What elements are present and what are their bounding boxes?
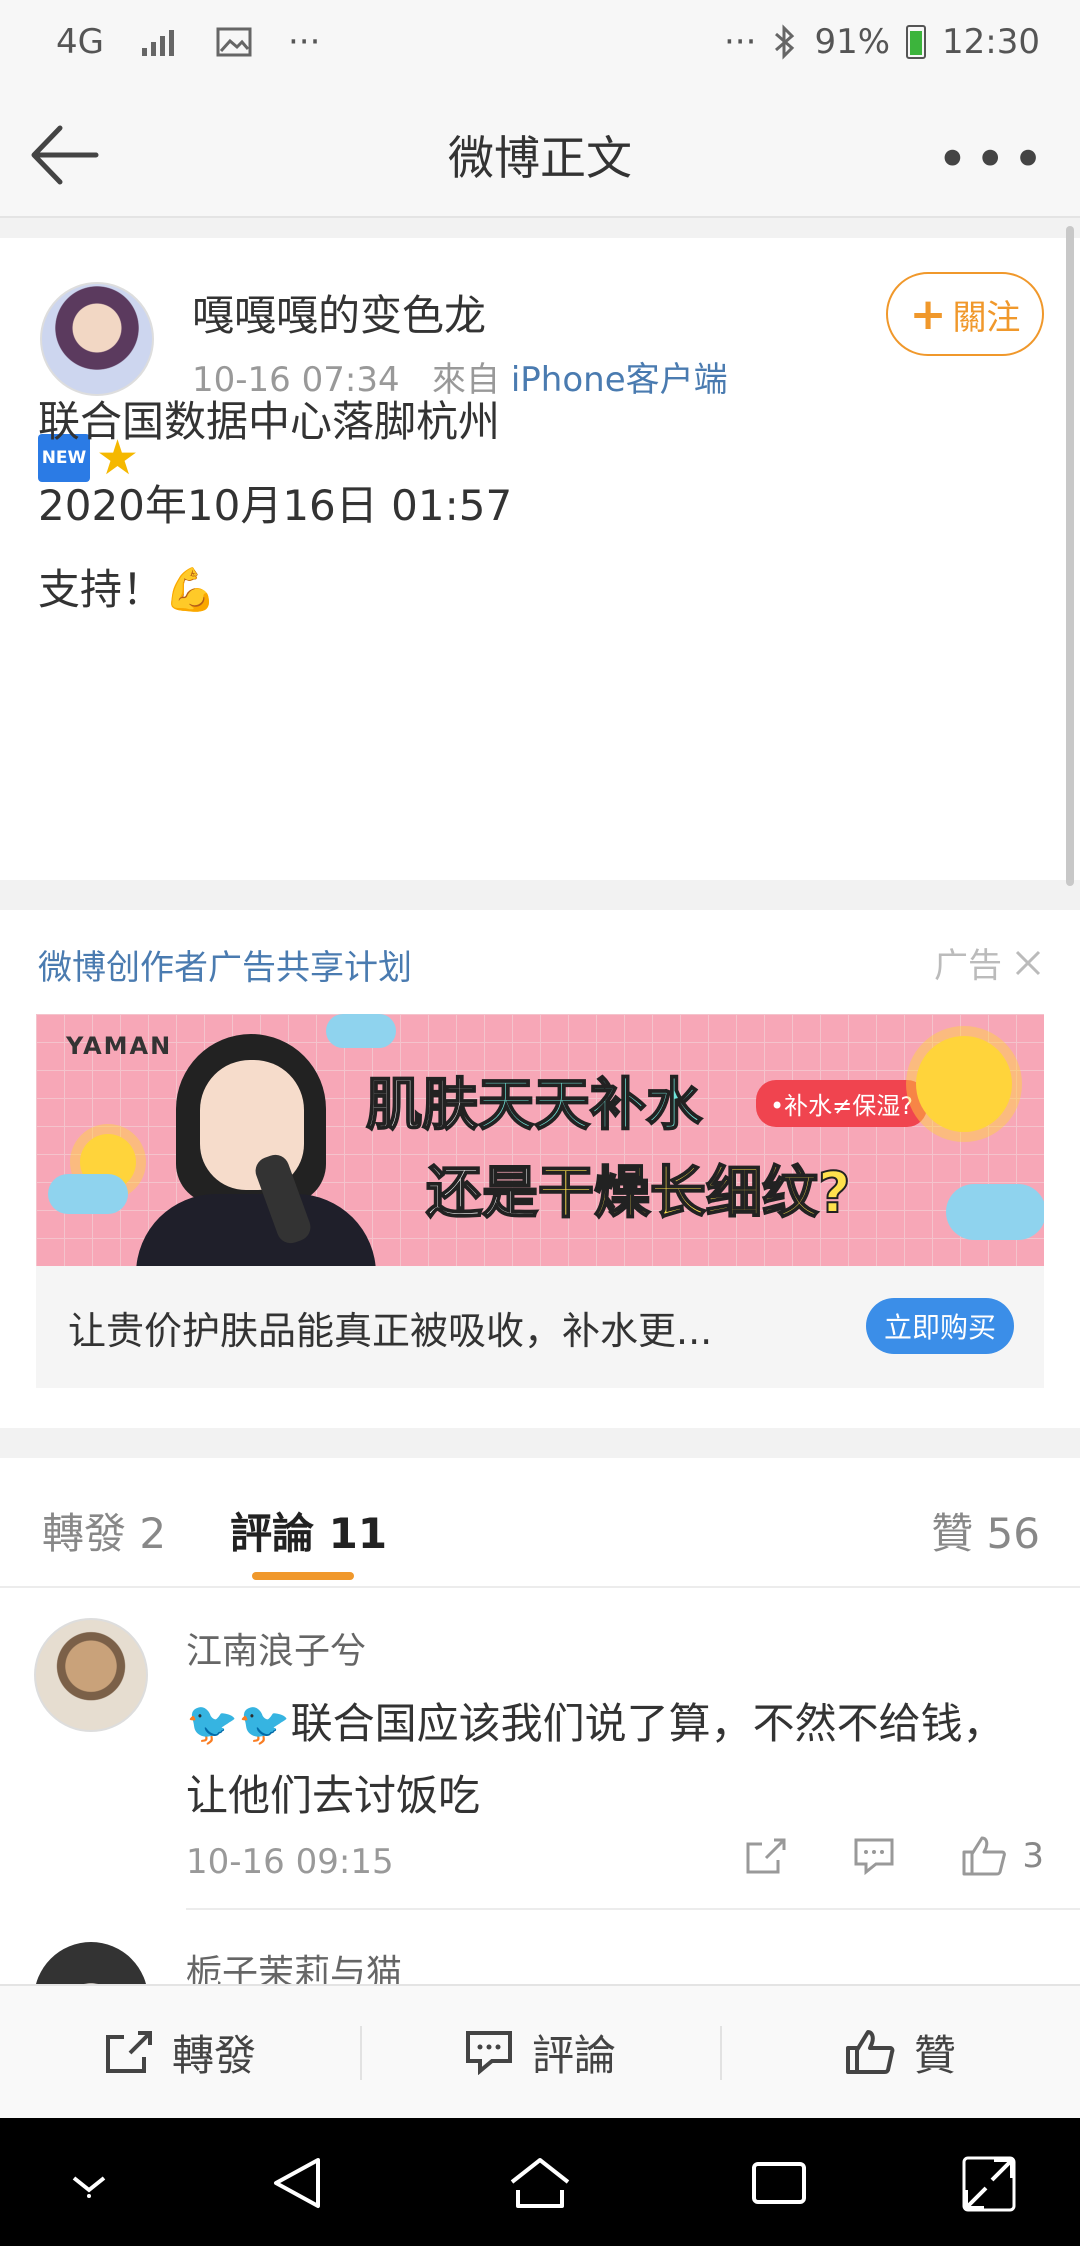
tab-comments[interactable]: 評論 11 — [230, 1500, 387, 1561]
ad-label: 广告 — [934, 946, 1002, 986]
nav-bar: 微博正文 ••• — [0, 92, 1080, 218]
bottom-action-bar: 轉發 評論 贊 — [0, 1984, 1080, 2118]
like-label: 贊 — [913, 2030, 956, 2080]
follow-label: 關注 — [952, 297, 1021, 338]
cloud-decoration — [946, 1184, 1044, 1240]
post-text-line2: 2020年10月16日 01:57 — [38, 481, 513, 530]
image-icon — [216, 27, 252, 57]
active-tab-indicator — [252, 1572, 354, 1580]
sun-decoration — [916, 1036, 1012, 1132]
repost-button[interactable]: 轉發 — [0, 1986, 360, 2118]
tab-repost[interactable]: 轉發 2 — [42, 1500, 166, 1561]
thumbs-up-icon — [845, 2030, 895, 2074]
close-icon[interactable] — [1014, 949, 1042, 977]
post-source-link[interactable]: iPhone客户端 — [511, 360, 728, 400]
repost-icon — [105, 2031, 152, 2073]
reply-icon[interactable] — [852, 1836, 896, 1876]
like-button[interactable]: 贊 — [720, 1986, 1080, 2118]
thumbs-up-icon — [962, 1836, 1007, 1876]
comment-text: 🐦🐦联合国应该我们说了算，不然不给钱，让他们去讨饭吃 — [186, 1699, 1005, 1820]
scrollbar[interactable] — [1066, 226, 1074, 886]
ad-headline-2: 还是干燥长细纹? — [425, 1160, 851, 1227]
model-illustration — [116, 1034, 376, 1266]
post-text-line3: 支持！💪 — [38, 565, 217, 614]
home-icon[interactable] — [508, 2156, 572, 2210]
recent-apps-icon[interactable] — [750, 2156, 808, 2210]
more-options-icon[interactable]: ••• — [936, 128, 1050, 191]
ad-tag: 广告 — [934, 938, 1042, 987]
system-back-icon[interactable] — [270, 2156, 326, 2210]
clock: 12:30 — [942, 22, 1040, 62]
post-card: 嘎嘎嘎的变色龙 10-16 07:34 來自 iPhone客户端 + 關注 NE… — [0, 238, 1080, 880]
status-bar: 4G ··· ··· 91% 12:30 — [0, 0, 1080, 92]
ad-program-link[interactable]: 微博创作者广告共享计划 — [38, 940, 412, 989]
more-status: ··· — [724, 22, 757, 62]
expand-icon[interactable] — [962, 2156, 1016, 2212]
chevron-down-icon[interactable] — [66, 2156, 112, 2206]
follow-button[interactable]: + 關注 — [886, 272, 1044, 356]
like-count: 3 — [1022, 1836, 1044, 1876]
ad-description: 让贵价护肤品能真正被吸收，补水更... — [68, 1309, 713, 1353]
page-title: 微博正文 — [448, 131, 632, 185]
ad-headline-1: 肌肤天天补水 — [365, 1072, 703, 1139]
commenter-name[interactable]: 江南浪子兮 — [186, 1622, 366, 1674]
battery-percent: 91% — [814, 22, 891, 62]
share-icon[interactable] — [744, 1836, 788, 1876]
plus-icon: + — [909, 288, 947, 340]
system-navigation-bar — [0, 2118, 1080, 2246]
ad-card: 微博创作者广告共享计划 广告 YAMAN 肌肤天天补水 •补水≠保湿? 还是干燥… — [0, 910, 1080, 1428]
comment-icon — [465, 2031, 512, 2075]
ad-footer[interactable]: 让贵价护肤品能真正被吸收，补水更... 立即购买 — [36, 1266, 1044, 1388]
commenter-name[interactable]: 栀子茉莉与猫 — [186, 1944, 402, 1984]
comment-like[interactable]: 3 — [960, 1834, 1044, 1878]
author-avatar[interactable] — [40, 282, 154, 396]
comment-list: 江南浪子兮 🐦🐦联合国应该我们说了算，不然不给钱，让他们去讨饭吃 10-16 0… — [0, 1588, 1080, 1984]
battery-icon — [906, 25, 927, 59]
ad-pill-tag: •补水≠保湿? — [756, 1080, 928, 1127]
ad-banner-image[interactable]: YAMAN 肌肤天天补水 •补水≠保湿? 还是干燥长细纹? — [36, 1014, 1044, 1266]
tab-likes[interactable]: 贊 56 — [931, 1500, 1040, 1561]
divider — [186, 1908, 1080, 1910]
commenter-avatar[interactable] — [34, 1618, 148, 1732]
commenter-avatar[interactable] — [34, 1942, 148, 1984]
angry-bird-emoji: 🐦🐦 — [186, 1699, 291, 1748]
post-text-line1: 联合国数据中心落脚杭州 — [38, 397, 501, 446]
repost-label: 轉發 — [171, 2030, 256, 2080]
bluetooth-icon — [775, 24, 795, 60]
more-notifications: ··· — [287, 22, 321, 62]
comment-actions: 3 — [744, 1834, 1044, 1878]
network-indicator: 4G — [56, 22, 104, 62]
interaction-tabs: 轉發 2 評論 11 贊 56 — [0, 1458, 1080, 1588]
comment-label: 評論 — [531, 2030, 616, 2080]
signal-icon — [141, 30, 174, 56]
buy-now-button[interactable]: 立即购买 — [866, 1298, 1014, 1354]
comment-button[interactable]: 評論 — [360, 1986, 720, 2118]
comment-time: 10-16 09:15 — [186, 1842, 394, 1882]
author-name[interactable]: 嘎嘎嘎的变色龙 — [192, 282, 486, 343]
